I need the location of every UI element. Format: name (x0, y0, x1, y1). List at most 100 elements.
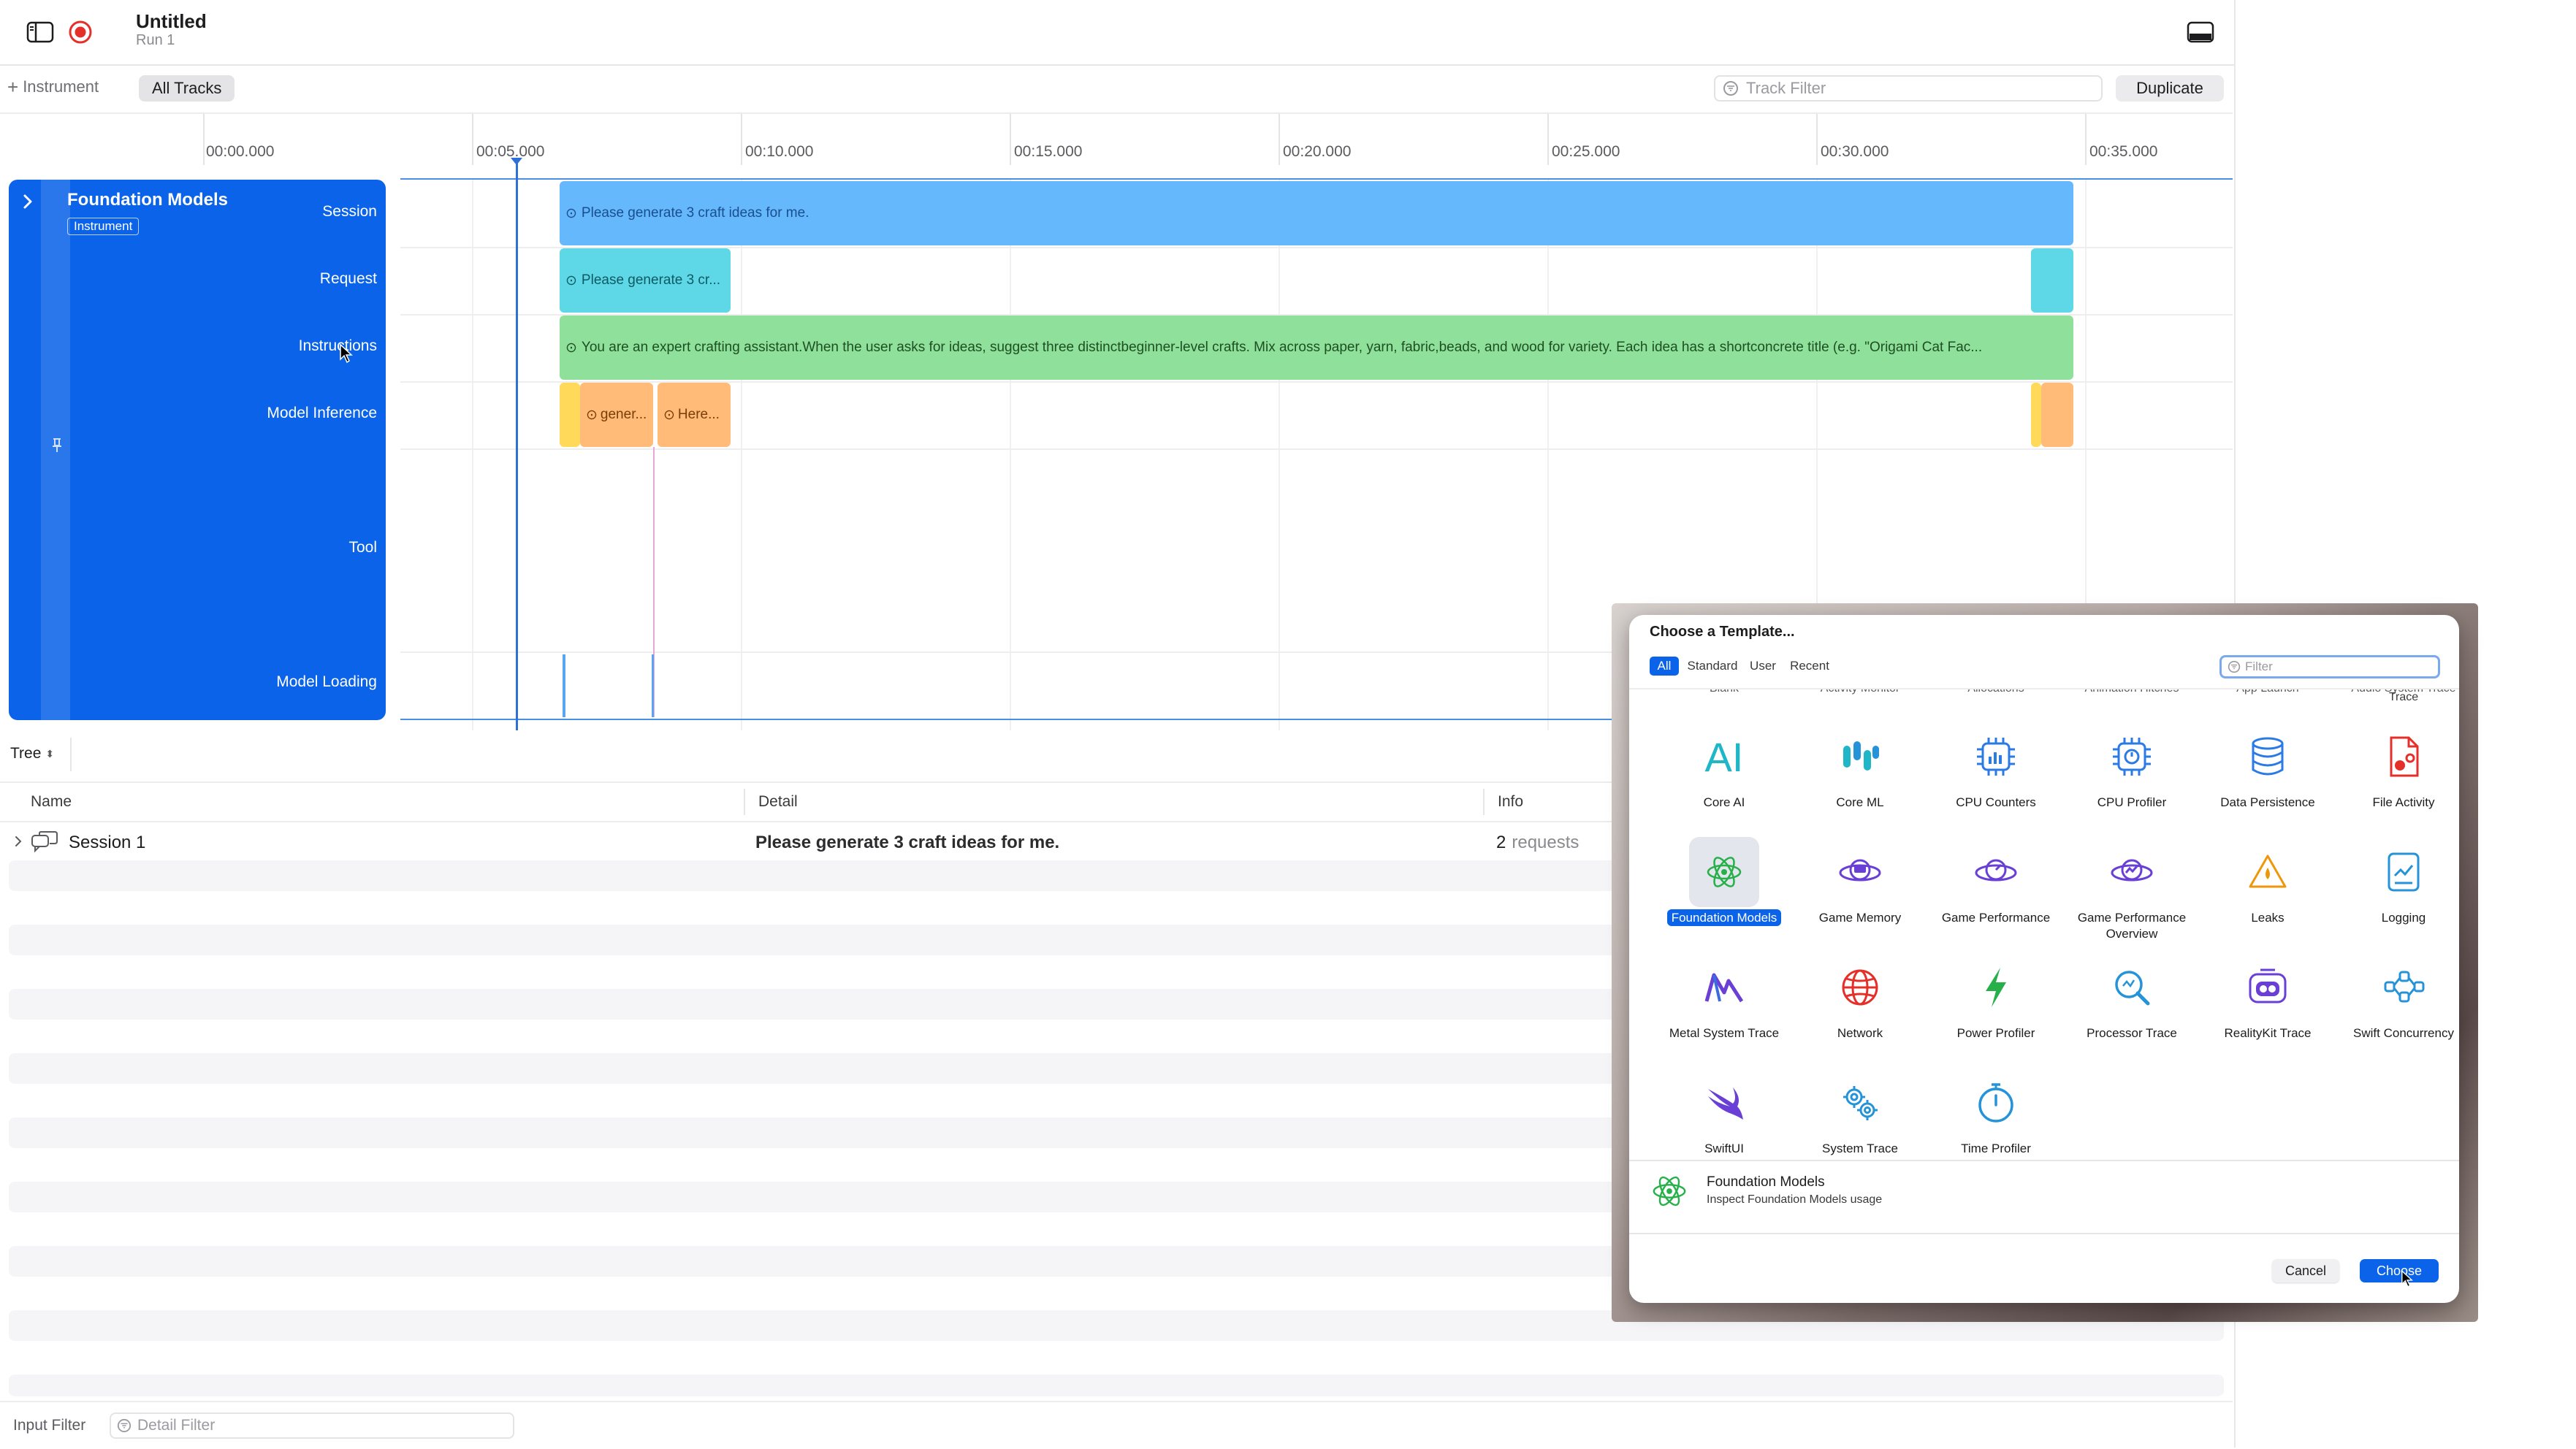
column-separator[interactable] (1483, 789, 1485, 815)
track-label-session: Session (322, 203, 377, 220)
template-label: Power Profiler (1956, 1026, 2035, 1040)
ruler-tick (1547, 114, 1549, 165)
view-mode-label: Tree (10, 745, 42, 762)
track-filter-input[interactable]: Track Filter (1714, 75, 2103, 102)
bottom-panel-toggle-icon[interactable] (2181, 16, 2219, 48)
template-swiftui[interactable]: SwiftUI (1658, 1068, 1790, 1157)
grid-line (741, 180, 742, 730)
template-label: Game Memory (1818, 911, 1902, 925)
instructions-bar[interactable]: ⊙ You are an expert crafting assistant.W… (560, 316, 2073, 380)
tab-standard[interactable]: Standard (1682, 657, 1743, 676)
duplicate-button[interactable]: Duplicate (2116, 75, 2224, 102)
tab-all[interactable]: All (1650, 657, 1679, 676)
disclosure-chevron-icon[interactable] (13, 834, 23, 849)
template-label: Game Performance (1941, 911, 2051, 925)
tab-user[interactable]: User (1745, 657, 1781, 676)
leaks-icon (2233, 837, 2303, 907)
request-count-unit: requests (1512, 833, 1579, 852)
template-label-cut[interactable]: Activity Monitor (1794, 689, 1926, 695)
template-label: RealityKit Trace (2224, 1026, 2312, 1040)
request-bar[interactable]: ⊙ Please generate 3 cr... (560, 248, 731, 313)
inference-bar-label: gener... (600, 407, 647, 422)
choose-button[interactable]: Choose (2360, 1259, 2439, 1282)
instrument-panel[interactable]: Foundation Models Instrument Session Req… (9, 180, 386, 720)
session-bar[interactable]: ⊙ Please generate 3 craft ideas for me. (560, 181, 2073, 245)
template-time-profiler[interactable]: Time Profiler (1930, 1068, 2062, 1157)
template-swift-concurrency[interactable]: Swift Concurrency (2338, 952, 2459, 1041)
clock-icon: ⊙ (586, 407, 598, 423)
template-metal-system-trace[interactable]: Metal System Trace (1658, 952, 1790, 1041)
playhead[interactable] (516, 161, 518, 730)
template-label-cut[interactable]: App Launch (2202, 689, 2333, 695)
model-loading-mark[interactable] (652, 654, 654, 717)
template-system-trace[interactable]: System Trace (1794, 1068, 1926, 1157)
pin-icon[interactable] (51, 437, 63, 454)
column-header-name[interactable]: Name (31, 793, 72, 811)
template-file-activity[interactable]: File Activity (2338, 722, 2459, 811)
metal-icon (1689, 952, 1759, 1022)
sidebar-toggle-icon[interactable] (22, 18, 58, 47)
inference-edge-bar[interactable] (560, 383, 580, 447)
column-header-info[interactable]: Info (1498, 793, 1523, 811)
inference-bar[interactable]: ⊙ Here... (658, 383, 731, 447)
template-cpu-profiler[interactable]: CPU Profiler (2066, 722, 2198, 811)
clock-icon: ⊙ (565, 205, 577, 221)
template-label-cut[interactable]: Allocations (1930, 689, 2062, 695)
input-filter-label[interactable]: Input Filter (13, 1417, 85, 1434)
network-icon (1825, 952, 1895, 1022)
inference-bar-label: Here... (677, 407, 720, 422)
ruler-label: 00:30.000 (1821, 143, 1889, 160)
column-separator[interactable] (744, 789, 745, 815)
request-bar[interactable] (2031, 248, 2073, 313)
template-game-performance[interactable]: Game Performance (1930, 837, 2062, 926)
template-cpu-counters[interactable]: CPU Counters (1930, 722, 2062, 811)
grid-line (1547, 180, 1549, 730)
template-foundation-models[interactable]: Foundation Models (1658, 837, 1790, 926)
ruler-tick (472, 114, 473, 165)
template-data-persistence[interactable]: Data Persistence (2202, 722, 2333, 811)
core-ai-icon: AI (1704, 733, 1744, 780)
template-power-profiler[interactable]: Power Profiler (1930, 952, 2062, 1041)
selected-template-name: Foundation Models (1707, 1174, 1825, 1190)
template-processor-trace[interactable]: Processor Trace (2066, 952, 2198, 1041)
template-filter-input[interactable]: Filter (2219, 655, 2440, 678)
record-button[interactable] (64, 16, 96, 48)
template-leaks[interactable]: Leaks (2202, 837, 2333, 926)
add-instrument-button[interactable]: + Instrument (7, 77, 99, 96)
template-label: Processor Trace (2087, 1026, 2177, 1040)
scrolled-row-clip: Blank Activity Monitor Allocations Anima… (1629, 689, 2459, 708)
toolbar: Untitled Run 1 (0, 0, 2576, 66)
inference-edge-bar[interactable] (2031, 383, 2041, 447)
template-core-ml[interactable]: Core ML (1794, 722, 1926, 811)
template-label: System Trace (1822, 1142, 1898, 1155)
detail-filter-input[interactable]: Detail Filter (110, 1412, 514, 1439)
ruler-label: 00:35.000 (2089, 143, 2158, 160)
template-game-performance-overview[interactable]: Game Performance Overview (2066, 837, 2198, 942)
template-logging[interactable]: Logging (2338, 837, 2459, 926)
inference-bar[interactable] (2041, 383, 2073, 447)
filter-icon (1723, 81, 1738, 96)
cancel-button[interactable]: Cancel (2272, 1259, 2339, 1282)
template-game-memory[interactable]: Game Memory (1794, 837, 1926, 926)
clock-icon: ⊙ (663, 407, 675, 423)
time-ruler[interactable]: 00:00.000 00:05.000 00:10.000 00:15.000 … (0, 114, 2233, 167)
model-loading-mark[interactable] (563, 654, 565, 717)
all-tracks-button[interactable]: All Tracks (139, 75, 235, 102)
clock-icon: ⊙ (565, 340, 577, 356)
ruler-label: 00:00.000 (206, 143, 275, 160)
chevron-right-icon[interactable] (20, 193, 35, 210)
tab-recent[interactable]: Recent (1783, 657, 1837, 676)
inference-bar[interactable]: ⊙ gener... (580, 383, 653, 447)
track-label-model-inference: Model Inference (267, 405, 377, 421)
template-label-cut[interactable]: Blank (1658, 689, 1790, 695)
logging-icon (2369, 837, 2439, 907)
template-label-cut[interactable]: Animation Hitches (2066, 689, 2198, 695)
template-network[interactable]: Network (1794, 952, 1926, 1041)
view-mode-select[interactable]: Tree ⬍ (10, 745, 54, 762)
playhead-handle[interactable] (511, 158, 522, 165)
dialog-title: Choose a Template... (1650, 624, 1795, 640)
template-realitykit-trace[interactable]: RealityKit Trace (2202, 952, 2333, 1041)
ruler-tick (1010, 114, 1011, 165)
column-header-detail[interactable]: Detail (758, 793, 798, 811)
template-core-ai[interactable]: AI Core AI (1658, 722, 1790, 811)
